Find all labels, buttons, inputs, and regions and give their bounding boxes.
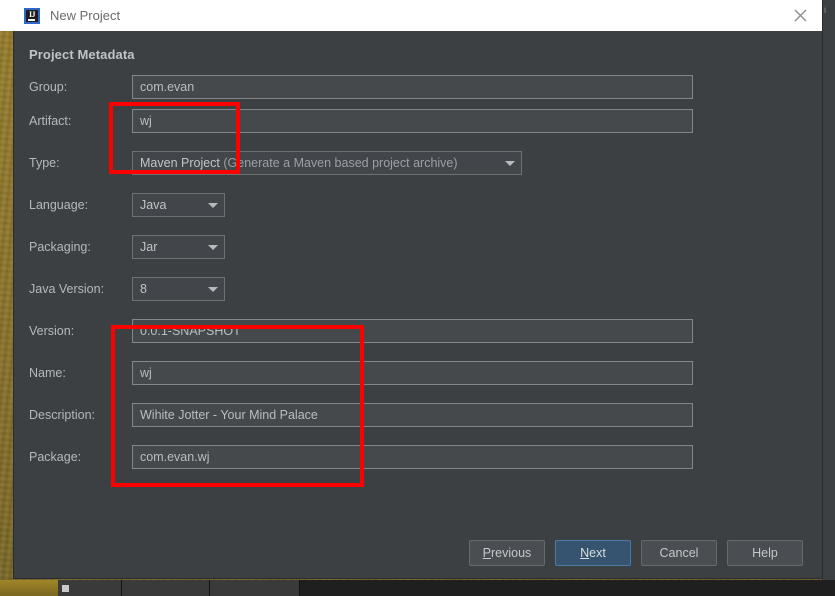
form-row-package: Package: com.evan.wj <box>14 445 822 469</box>
page-title: Project Metadata <box>29 47 135 62</box>
form-row-java-version: Java Version: 8 <box>14 277 822 301</box>
type-label: Type: <box>29 156 60 170</box>
version-input[interactable]: 0.0.1-SNAPSHOT <box>132 319 693 343</box>
form-row-artifact: Artifact: wj <box>14 109 822 133</box>
java-version-dropdown-value: 8 <box>140 282 147 296</box>
new-project-dialog: IJ New Project Project Metadata Group: c… <box>0 0 822 578</box>
description-input[interactable]: Wihite Jotter - Your Mind Palace <box>132 403 693 427</box>
project-metadata-form: Group: com.evan Artifact: wj Type: Maven… <box>14 75 822 487</box>
chevron-down-icon <box>202 244 224 250</box>
taskbar-item[interactable] <box>210 580 300 596</box>
intellij-idea-icon: IJ <box>24 7 40 24</box>
form-row-description: Description: Wihite Jotter - Your Mind P… <box>14 403 822 427</box>
packaging-dropdown[interactable]: Jar <box>132 235 225 259</box>
artifact-input[interactable]: wj <box>132 109 693 133</box>
form-row-group: Group: com.evan <box>14 75 822 99</box>
dialog-title: New Project <box>50 8 121 23</box>
form-row-name: Name: wj <box>14 361 822 385</box>
language-dropdown-value: Java <box>140 198 167 212</box>
form-row-version: Version: 0.0.1-SNAPSHOT <box>14 319 822 343</box>
language-label: Language: <box>29 198 89 212</box>
background-window-right-edge[interactable]: i <box>822 0 835 596</box>
package-input[interactable]: com.evan.wj <box>132 445 693 469</box>
form-row-type: Type: Maven Project (Generate a Maven ba… <box>14 151 822 175</box>
intellij-idea-icon-text: IJ <box>28 9 36 19</box>
background-window-glyph: i <box>824 5 826 15</box>
chevron-down-icon <box>202 202 224 208</box>
taskbar-start-button[interactable] <box>0 580 58 596</box>
type-dropdown-value-detail: (Generate a Maven based project archive) <box>223 156 458 170</box>
taskbar-item-icon <box>62 584 69 592</box>
version-label: Version: <box>29 324 75 338</box>
previous-button-mnemonic: P <box>482 546 492 560</box>
group-input[interactable]: com.evan <box>132 75 693 99</box>
taskbar-item[interactable] <box>58 580 122 596</box>
intellij-idea-icon-underline <box>28 18 35 21</box>
group-label: Group: <box>29 80 68 94</box>
packaging-dropdown-value: Jar <box>140 240 158 254</box>
previous-button[interactable]: Previous <box>469 540 545 566</box>
type-dropdown[interactable]: Maven Project (Generate a Maven based pr… <box>132 151 522 175</box>
taskbar-empty-area <box>300 580 835 596</box>
close-button[interactable] <box>778 0 822 31</box>
chevron-down-icon <box>202 286 224 292</box>
packaging-label: Packaging: <box>29 240 91 254</box>
dialog-body: Project Metadata Group: com.evan Artifac… <box>14 31 822 578</box>
chevron-down-icon <box>499 160 521 166</box>
language-dropdown[interactable]: Java <box>132 193 225 217</box>
previous-button-label: revious <box>491 546 532 560</box>
cancel-button[interactable]: Cancel <box>641 540 717 566</box>
artifact-label: Artifact: <box>29 114 72 128</box>
dialog-footer: Previous Next Cancel Help <box>14 540 822 566</box>
package-label: Package: <box>29 450 82 464</box>
screen: i IJ New Project Project Metadata Group:… <box>0 0 835 596</box>
next-button[interactable]: Next <box>555 540 631 566</box>
taskbar-item[interactable] <box>122 580 210 596</box>
type-dropdown-value-main: Maven Project <box>140 156 220 170</box>
form-row-packaging: Packaging: Jar <box>14 235 822 259</box>
taskbar[interactable] <box>0 580 835 596</box>
name-label: Name: <box>29 366 66 380</box>
help-button[interactable]: Help <box>727 540 803 566</box>
description-label: Description: <box>29 408 95 422</box>
java-version-dropdown[interactable]: 8 <box>132 277 225 301</box>
next-button-label: ext <box>589 546 606 560</box>
dialog-titlebar[interactable]: IJ New Project <box>0 0 822 31</box>
next-button-mnemonic: N <box>580 546 590 560</box>
type-dropdown-value: Maven Project (Generate a Maven based pr… <box>140 152 499 174</box>
java-version-label: Java Version: <box>29 282 105 296</box>
form-row-language: Language: Java <box>14 193 822 217</box>
close-icon <box>794 9 806 22</box>
name-input[interactable]: wj <box>132 361 693 385</box>
